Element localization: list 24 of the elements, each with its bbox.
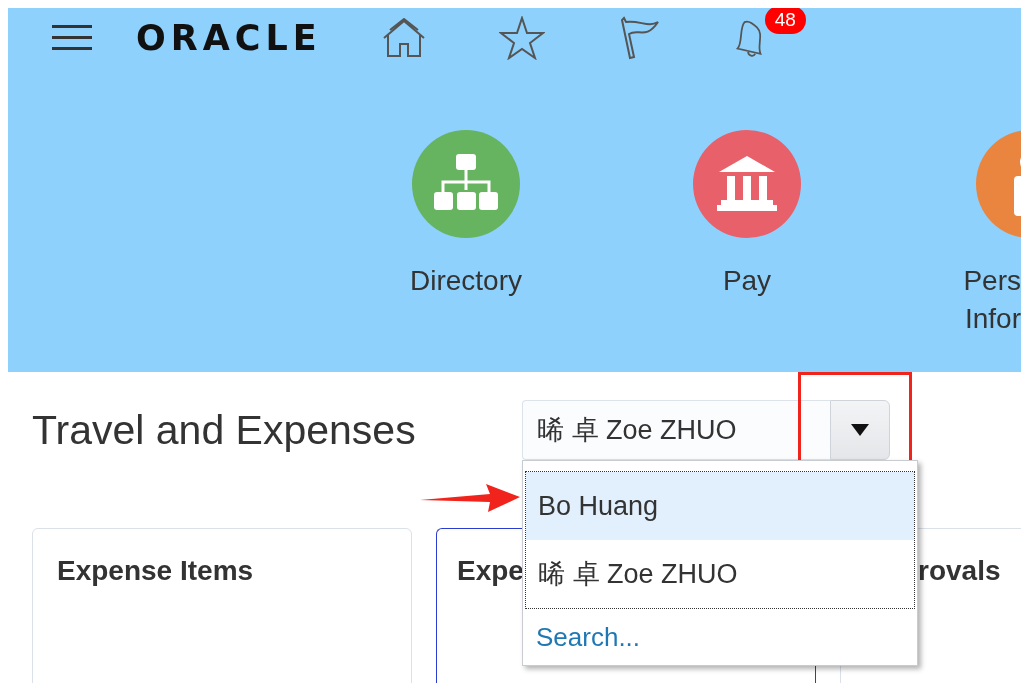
tile-label[interactable]: Infor: [964, 300, 1021, 338]
card-title: Expe: [457, 555, 524, 586]
home-icon[interactable]: [381, 18, 426, 58]
person-select[interactable]: 晞 卓 Zoe ZHUO: [522, 400, 830, 460]
card[interactable]: Expe: [436, 528, 522, 683]
dropdown-button[interactable]: [830, 400, 890, 460]
page-title: Travel and Expenses: [31, 406, 417, 455]
card-title: Expense Items: [57, 555, 254, 586]
notification-badge: 48: [764, 8, 806, 34]
search-link[interactable]: Search...: [523, 609, 641, 665]
card-title: rovals: [918, 555, 1001, 586]
tile-label[interactable]: Pers: [963, 262, 1021, 300]
menu-icon[interactable]: [52, 25, 92, 51]
caret-icon: [851, 424, 869, 436]
card[interactable]: Expense Items: [32, 528, 412, 683]
card[interactable]: rovals: [840, 528, 1021, 683]
star-icon[interactable]: [498, 16, 545, 60]
tile-label[interactable]: Pay: [722, 262, 772, 300]
org-chart-icon[interactable]: [412, 130, 520, 238]
tile-label[interactable]: Directory: [410, 262, 522, 300]
dropdown-option[interactable]: Bo Huang: [526, 472, 914, 540]
logo[interactable]: ORACLE: [136, 18, 322, 58]
bell-icon[interactable]: [733, 18, 764, 58]
bank-icon[interactable]: [693, 130, 801, 238]
